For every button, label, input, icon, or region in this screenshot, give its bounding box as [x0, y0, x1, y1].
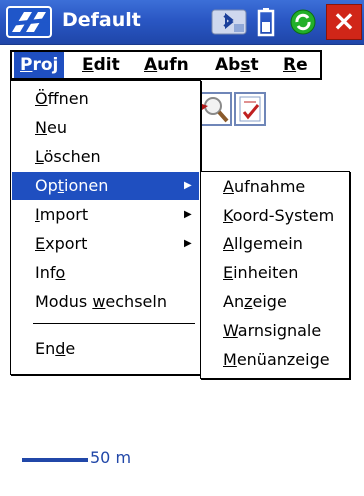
window-title: Default — [62, 9, 141, 31]
submenu-item-einheiten[interactable]: Einheiten — [223, 259, 298, 287]
menu-item-oeffnen[interactable]: Öffnen — [12, 85, 199, 113]
menu-proj[interactable]: Proj — [14, 52, 65, 78]
menu-re[interactable]: Re — [283, 52, 308, 78]
menu-item-neu[interactable]: Neu — [12, 114, 199, 142]
submenu-arrow-icon: ▶ — [184, 238, 192, 249]
submenu-item-koord-system[interactable]: Koord-System — [223, 202, 334, 230]
battery-icon[interactable] — [256, 6, 276, 38]
app-logo-icon[interactable] — [6, 6, 52, 38]
menu-edit[interactable]: Edit — [82, 52, 120, 78]
close-icon[interactable]: × — [326, 4, 362, 40]
title-bar: Default × — [0, 0, 364, 45]
submenu-item-allgemein[interactable]: Allgemein — [223, 230, 303, 258]
optionen-submenu: Aufnahme Koord-System Allgemein Einheite… — [200, 171, 350, 379]
menu-item-loeschen[interactable]: Löschen — [12, 143, 199, 171]
menu-item-export[interactable]: Export ▶ — [12, 230, 199, 258]
proj-menu: Öffnen Neu Löschen Optionen ▶ Import ▶ Exp… — [10, 80, 201, 375]
submenu-arrow-icon: ▶ — [184, 209, 192, 220]
menu-bar: Proj Edit Aufn Abst Re — [10, 50, 322, 80]
menu-item-modus-wechseln[interactable]: Modus wechseln — [12, 288, 199, 316]
submenu-item-menueanzeige[interactable]: Menüanzeige — [223, 346, 330, 374]
submenu-item-anzeige[interactable]: Anzeige — [223, 288, 287, 316]
map-scale-bar — [22, 458, 88, 462]
menu-item-optionen[interactable]: Optionen ▶ — [12, 172, 199, 200]
menu-abst[interactable]: Abst — [215, 52, 259, 78]
map-scale-label: 50 m — [90, 448, 132, 467]
menu-aufn[interactable]: Aufn — [144, 52, 189, 78]
menu-item-info[interactable]: Info — [12, 259, 199, 287]
submenu-item-aufnahme[interactable]: Aufnahme — [223, 173, 305, 201]
sync-icon[interactable] — [288, 6, 318, 38]
bluetooth-icon[interactable] — [210, 6, 248, 38]
zoom-icon[interactable] — [200, 92, 232, 126]
menu-item-ende[interactable]: Ende — [12, 335, 199, 363]
submenu-item-warnsignale[interactable]: Warnsignale — [223, 317, 321, 345]
menu-separator — [33, 323, 195, 324]
submenu-arrow-icon: ▶ — [184, 180, 192, 191]
menu-item-import[interactable]: Import ▶ — [12, 201, 199, 229]
checklist-icon[interactable] — [234, 92, 266, 126]
